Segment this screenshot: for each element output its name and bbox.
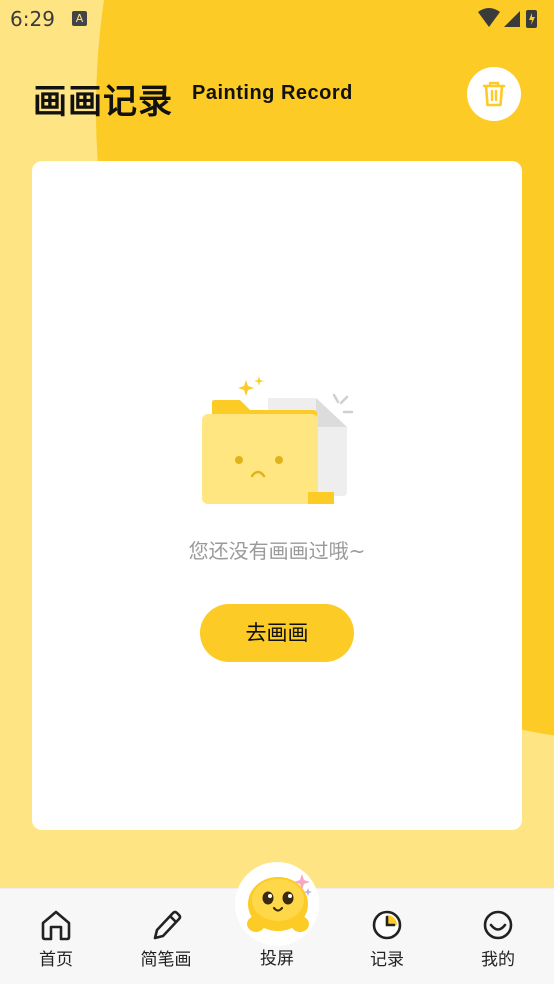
trash-icon [482, 81, 506, 107]
tab-home-label: 首页 [39, 950, 73, 970]
system-icons [478, 8, 537, 28]
clock-icon [372, 910, 402, 940]
cast-mascot-icon [247, 874, 312, 932]
tab-cast-label: 投屏 [260, 949, 294, 969]
page-subtitle: Painting Record [192, 82, 353, 104]
tab-profile-label: 我的 [481, 950, 515, 970]
status-time: 6:29 [10, 7, 55, 31]
empty-folder-illustration [202, 376, 354, 504]
delete-button[interactable] [467, 67, 521, 121]
tab-drawing[interactable]: 简笔画 [126, 909, 206, 970]
wifi-icon [478, 8, 500, 27]
page-title: 画画记录 [33, 82, 173, 122]
pencil-icon [153, 910, 182, 940]
notification-a-icon: A [72, 11, 87, 26]
tab-profile[interactable]: 我的 [458, 909, 538, 970]
screen: 6:29 A 画画记录 Painting Record 您还没有画画过哦~ 去画… [0, 0, 554, 984]
status-bar: 6:29 A [0, 0, 554, 38]
home-icon [41, 910, 71, 941]
signal-icon [504, 11, 520, 27]
tab-records-label: 记录 [370, 950, 404, 970]
tab-home[interactable]: 首页 [16, 909, 96, 970]
tab-records[interactable]: 记录 [347, 909, 427, 970]
tab-drawing-label: 简笔画 [140, 950, 192, 970]
go-paint-button[interactable]: 去画画 [200, 604, 354, 662]
empty-message: 您还没有画画过哦~ [188, 539, 366, 563]
smile-icon [483, 910, 513, 940]
